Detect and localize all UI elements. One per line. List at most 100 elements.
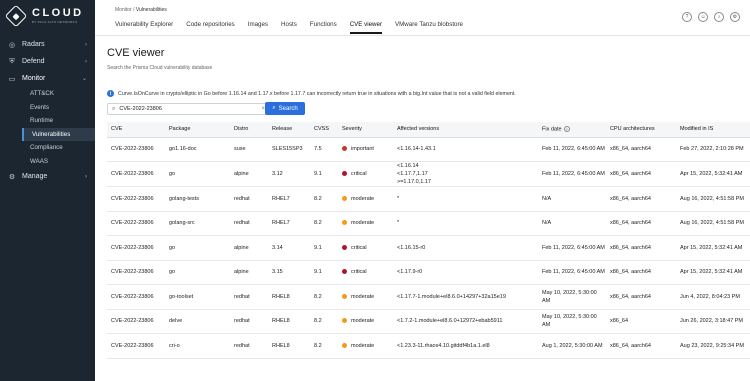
tab-images[interactable]: Images	[248, 21, 268, 34]
tab-cve-viewer[interactable]: CVE viewer	[349, 21, 383, 34]
cell-package: go	[165, 161, 230, 187]
tab-code-repositories[interactable]: Code repositories	[186, 21, 235, 34]
table-header-row: CVE Package Distro Release CVSS Severity…	[107, 122, 750, 138]
cell-affected-versions: *	[393, 211, 538, 236]
cell-package: cri-o	[165, 333, 230, 359]
help-icon[interactable]: ?	[682, 12, 692, 22]
cell-cvss: 9.1	[310, 161, 338, 187]
severity-dot-icon	[342, 244, 347, 250]
sidebar: CLOUD BY PALO ALTO NETWORKS ◎ Radars › ⛨…	[0, 0, 95, 381]
tab-hosts[interactable]: Hosts	[281, 21, 297, 34]
severity-dot-icon	[342, 195, 347, 201]
sidebar-item-attack[interactable]: ATT&CK	[24, 87, 95, 101]
sidebar-item-events[interactable]: Events	[24, 101, 95, 115]
table-row[interactable]: CVE-2022-23806 cri-o redhat RHEL8 8.2 moderat…	[107, 333, 750, 359]
cell-release: SLES15SP3	[268, 137, 310, 162]
sidebar-item-compliance[interactable]: Compliance	[24, 141, 95, 155]
nav-manage[interactable]: ⚙ Manage ›	[0, 168, 95, 185]
cell-cve: CVE-2022-23806	[107, 161, 165, 187]
nav-manage-label: Manage	[22, 173, 48, 180]
severity-label: critical	[351, 171, 367, 177]
table-row[interactable]: CVE-2022-23806 go-toolset redhat RHEL8 8.2 mo…	[107, 284, 750, 310]
search-button[interactable]: ⌕ Search	[265, 102, 305, 115]
nav-defend[interactable]: ⛨ Defend ›	[0, 53, 95, 70]
cell-severity: critical	[338, 161, 393, 187]
chevron-right-icon: ›	[85, 173, 87, 180]
col-cve[interactable]: CVE	[107, 122, 165, 138]
user-icon[interactable]: ☺	[698, 12, 708, 22]
cell-modified: Apr 15, 2022, 5:32:41 AM	[676, 161, 750, 187]
breadcrumb-parent[interactable]: Monitor	[115, 7, 132, 13]
top-header: Monitor / Vulnerabilities Vulnerability …	[95, 0, 750, 36]
col-package[interactable]: Package	[165, 122, 230, 138]
cell-package: golang-src	[165, 211, 230, 236]
cell-fix-date: Aug 1, 2022, 5:30:00 AM	[538, 333, 606, 359]
cell-distro: alpine	[230, 260, 268, 285]
sidebar-item-vulnerabilities[interactable]: Vulnerabilities	[22, 127, 95, 141]
col-release[interactable]: Release	[268, 122, 310, 138]
tab-vmware-tanzu-blobstore[interactable]: VMware Tanzu blobstore	[395, 21, 463, 34]
radar-icon: ◎	[8, 41, 16, 49]
logo[interactable]: CLOUD BY PALO ALTO NETWORKS	[0, 0, 95, 32]
cell-release: RHEL7	[268, 186, 310, 212]
cell-cve: CVE-2022-23806	[107, 309, 165, 334]
shield-icon: ⛨	[9, 57, 15, 65]
logo-icon	[4, 4, 28, 28]
sidebar-item-runtime[interactable]: Runtime	[24, 114, 95, 128]
bell-icon[interactable]: ♪	[714, 12, 724, 22]
table-row[interactable]: CVE-2022-23806 golang-tests redhat RHEL7 8.2…	[107, 186, 750, 212]
cell-affected-versions: <1.16.14-1.43.1	[393, 137, 538, 162]
cell-fix-date: N/A	[538, 211, 606, 236]
tab-functions[interactable]: Functions	[310, 21, 337, 34]
cell-cvss: 9.1	[310, 260, 338, 285]
col-distro[interactable]: Distro	[230, 122, 268, 138]
cve-table: CVE Package Distro Release CVSS Severity…	[107, 122, 750, 359]
search-button-label: Search	[278, 105, 298, 112]
table-row[interactable]: CVE-2022-23806 go alpine 3.14 9.1 critical <1.…	[107, 235, 750, 261]
table-row[interactable]: CVE-2022-23806 delve redhat RHEL8 8.2 moderat…	[107, 309, 750, 334]
search-input[interactable]: ⌕ CVE-2022-23806 ×	[107, 103, 270, 115]
cell-distro: redhat	[230, 309, 268, 334]
cell-distro: alpine	[230, 161, 268, 187]
cell-fix-date: Feb 11, 2022, 6:45:00 AM	[538, 235, 606, 261]
table-row[interactable]: CVE-2022-23806 golang-src redhat RHEL7 8.2 mo…	[107, 211, 750, 236]
help-icon[interactable]: ?	[563, 126, 570, 132]
table-row[interactable]: CVE-2022-23806 go alpine 3.12 9.1 critical <1.…	[107, 161, 750, 187]
nav-radars[interactable]: ◎ Radars ›	[0, 36, 95, 53]
affected-versions-text: <1.7.2-1.module+el8.6.0+12972+ebab5911	[397, 318, 503, 325]
cell-package: go-toolset	[165, 284, 230, 310]
cell-cve: CVE-2022-23806	[107, 186, 165, 212]
severity-dot-icon	[342, 342, 347, 348]
col-cvss[interactable]: CVSS	[310, 122, 338, 138]
table-row[interactable]: CVE-2022-23806 go1.16-doc suse SLES15SP3 7.5…	[107, 137, 750, 162]
nav-radars-label: Radars	[22, 41, 45, 48]
settings-icon[interactable]: ⚙	[730, 12, 740, 22]
cell-severity: moderate	[338, 333, 393, 359]
affected-versions-text: <1.16.15-r0	[397, 244, 426, 251]
sidebar-item-waas[interactable]: WAAS	[24, 155, 95, 169]
cell-cpu-architectures: x86_64	[606, 309, 676, 334]
cell-cvss: 8.2	[310, 333, 338, 359]
affected-versions-text: <1.17.7-1.module+el8.6.0+14297+32a15e19	[397, 293, 506, 300]
breadcrumb: Monitor / Vulnerabilities	[115, 7, 167, 13]
col-modified[interactable]: Modified in IS	[676, 122, 750, 138]
table-row[interactable]: CVE-2022-23806 go alpine 3.15 9.1 critical <1.…	[107, 260, 750, 285]
severity-label: moderate	[351, 293, 375, 300]
cell-cve: CVE-2022-23806	[107, 211, 165, 236]
search-value[interactable]: CVE-2022-23806	[119, 106, 261, 112]
cell-distro: redhat	[230, 284, 268, 310]
col-fix-date[interactable]: Fix date?	[538, 122, 606, 138]
cell-severity: moderate	[338, 309, 393, 334]
affected-versions-text: *	[397, 195, 400, 202]
col-affected-versions[interactable]: Affected versions	[393, 122, 538, 138]
cell-package: go	[165, 235, 230, 261]
cell-cvss: 9.1	[310, 235, 338, 261]
cell-package: delve	[165, 309, 230, 334]
affected-versions-text: <1.16.14-1.43.1	[397, 146, 436, 153]
col-severity[interactable]: Severity	[338, 122, 393, 138]
nav-monitor[interactable]: ▭ Monitor ⌄	[0, 70, 95, 87]
tab-vulnerability-explorer[interactable]: Vulnerability Explorer	[115, 21, 173, 34]
cell-severity: moderate	[338, 211, 393, 236]
col-cpu-architectures[interactable]: CPU architectures	[606, 122, 676, 138]
severity-label: critical	[351, 269, 367, 276]
